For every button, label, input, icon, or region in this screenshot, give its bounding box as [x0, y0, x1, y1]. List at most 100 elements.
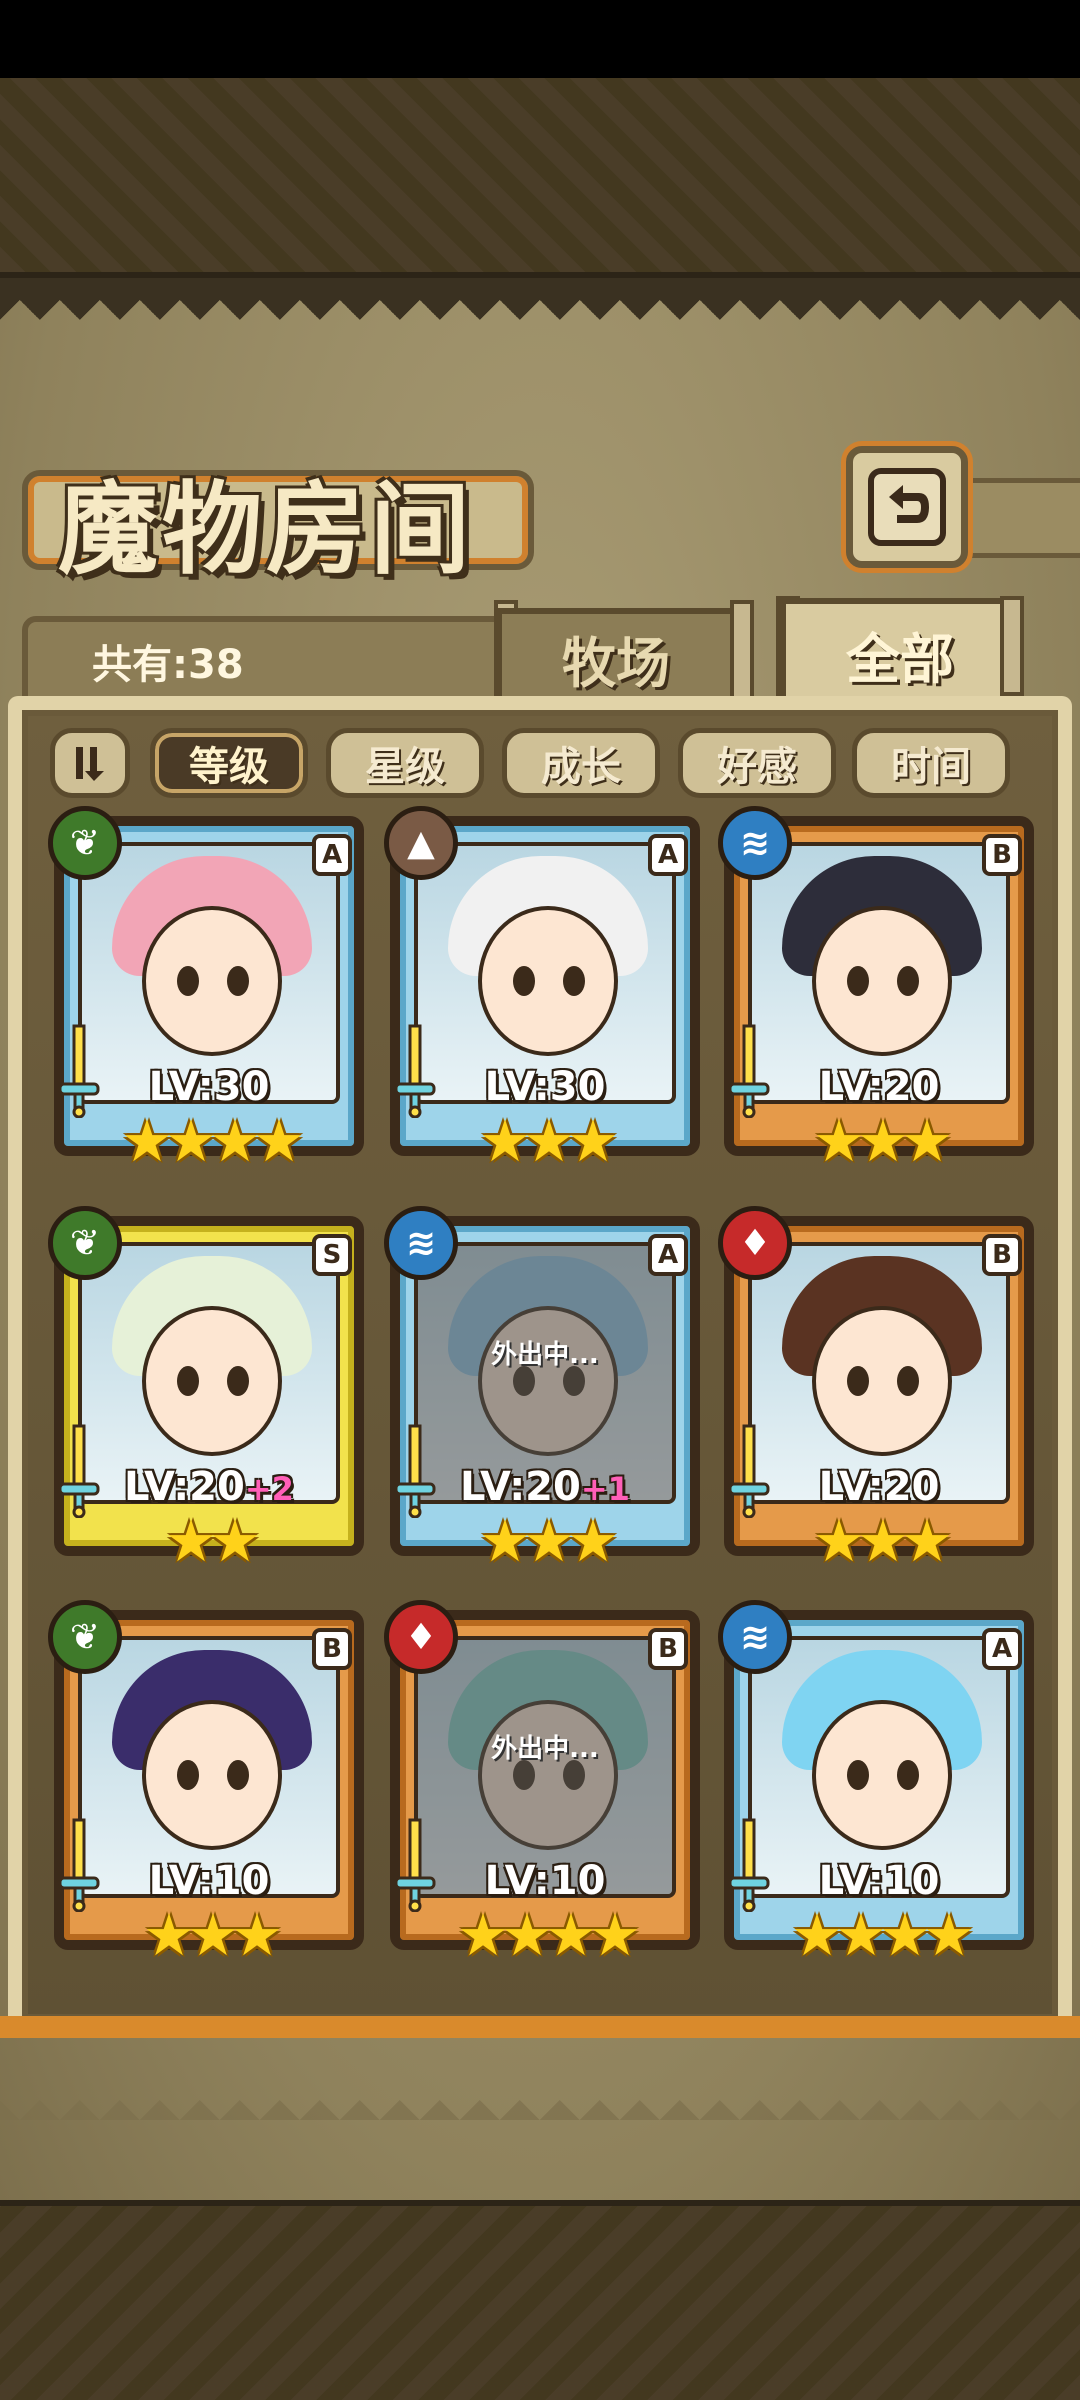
monster-card[interactable]: ≋ B LV:20 ★★★ — [718, 806, 1034, 1182]
monster-card[interactable]: ❦ A LV:30 ★★★★ — [48, 806, 364, 1182]
portrait-face — [812, 1700, 952, 1850]
star-rating: ★★★ — [479, 1507, 619, 1575]
away-status-text: 外出中... — [491, 1734, 599, 1764]
star-rating: ★★★★ — [791, 1901, 975, 1969]
star-rating: ★★★ — [479, 1107, 619, 1175]
level-label: LV:30 — [54, 1064, 364, 1110]
portrait-eye — [177, 1366, 199, 1396]
level-label: LV:20 — [724, 1064, 1034, 1110]
rank-badge: A — [648, 834, 688, 876]
fire-element-icon: ♦ — [718, 1206, 792, 1280]
rank-badge: B — [312, 1628, 352, 1670]
back-button[interactable] — [846, 446, 968, 568]
status-bar — [0, 0, 1080, 78]
level-label: LV:20+2 — [54, 1464, 364, 1510]
portrait-eye — [513, 966, 535, 996]
rank-badge: B — [982, 834, 1022, 876]
sort-button-level[interactable]: 等级 — [150, 728, 308, 798]
leaf-element-icon: ❦ — [48, 1206, 122, 1280]
sort-button-growth[interactable]: 成长 — [502, 728, 660, 798]
away-status-text: 外出中... — [491, 1340, 599, 1370]
monster-count: 共有:38 — [92, 642, 244, 688]
portrait-eye — [847, 1760, 869, 1790]
level-value: LV:20 — [818, 1064, 940, 1110]
away-overlay: 外出中... — [418, 1640, 672, 1894]
star-rating: ★★★★ — [457, 1901, 641, 1969]
monster-card[interactable]: 外出中... ≋ A LV:20+1 ★★★ — [384, 1206, 700, 1582]
level-label: LV:20+1 — [390, 1464, 700, 1510]
rank-badge: S — [312, 1234, 352, 1276]
level-value: LV:20 — [818, 1464, 940, 1510]
rank-badge: A — [648, 1234, 688, 1276]
portrait-eye — [177, 1760, 199, 1790]
panel-torn-edge-bottom — [0, 2080, 1080, 2120]
level-bonus: +1 — [580, 1470, 630, 1508]
portrait-face — [812, 906, 952, 1056]
portrait-eye — [177, 966, 199, 996]
tab-all[interactable]: 全部 — [780, 598, 1020, 710]
back-button-strip — [968, 478, 1080, 558]
monster-card[interactable]: ❦ B LV:10 ★★★ — [48, 1600, 364, 1976]
portrait-eye — [897, 1760, 919, 1790]
portrait-face — [142, 1306, 282, 1456]
level-bonus: +2 — [244, 1470, 294, 1508]
level-label: LV:10 — [54, 1858, 364, 1904]
panel-bottom-rim — [0, 2016, 1080, 2038]
earth-element-icon: ▲ — [384, 806, 458, 880]
level-label: LV:10 — [390, 1858, 700, 1904]
level-value: LV:30 — [148, 1064, 270, 1110]
portrait-eye — [847, 966, 869, 996]
portrait-face — [478, 906, 618, 1056]
star-rating: ★★★★ — [121, 1107, 305, 1175]
monster-card[interactable]: ❦ S LV:20+2 ★★ — [48, 1206, 364, 1582]
level-label: LV:30 — [390, 1064, 700, 1110]
rank-badge: B — [648, 1628, 688, 1670]
water-element-icon: ≋ — [384, 1206, 458, 1280]
tab-post — [1000, 596, 1024, 696]
portrait-eye — [563, 966, 585, 996]
portrait-face — [812, 1306, 952, 1456]
sort-button-stars[interactable]: 星级 — [326, 728, 484, 798]
monster-card[interactable]: ≋ A LV:10 ★★★★ — [718, 1600, 1034, 1976]
portrait-eye — [227, 1760, 249, 1790]
monster-card[interactable]: 外出中... ♦ B LV:10 ★★★★ — [384, 1600, 700, 1976]
rank-badge: A — [982, 1628, 1022, 1670]
level-label: LV:20 — [724, 1464, 1034, 1510]
star-rating: ★★★ — [813, 1107, 953, 1175]
level-value: LV:10 — [484, 1858, 606, 1904]
level-label: LV:10 — [724, 1858, 1034, 1904]
portrait-face — [142, 906, 282, 1056]
level-value: LV:20 — [124, 1464, 245, 1510]
leaf-element-icon: ❦ — [48, 806, 122, 880]
water-element-icon: ≋ — [718, 1600, 792, 1674]
back-arrow-icon — [868, 468, 946, 546]
water-element-icon: ≋ — [718, 806, 792, 880]
background-map-top — [0, 78, 1080, 278]
portrait-eye — [897, 966, 919, 996]
sort-order-icon — [76, 747, 104, 781]
rank-badge: A — [312, 834, 352, 876]
page-title: 魔物房间 — [58, 471, 474, 588]
portrait-eye — [227, 966, 249, 996]
monster-card[interactable]: ♦ B LV:20 ★★★ — [718, 1206, 1034, 1582]
sort-button-affection[interactable]: 好感 — [678, 728, 836, 798]
sort-button-time[interactable]: 时间 — [852, 728, 1010, 798]
star-rating: ★★★ — [813, 1507, 953, 1575]
portrait-eye — [847, 1366, 869, 1396]
level-value: LV:10 — [148, 1858, 270, 1904]
fire-element-icon: ♦ — [384, 1600, 458, 1674]
sort-order-toggle[interactable] — [50, 728, 130, 798]
rank-badge: B — [982, 1234, 1022, 1276]
portrait-face — [142, 1700, 282, 1850]
background-map-bottom — [0, 2200, 1080, 2400]
tab-post — [730, 600, 754, 700]
tab-ranch[interactable]: 牧场 — [496, 608, 736, 708]
star-rating: ★★★ — [143, 1901, 283, 1969]
star-rating: ★★ — [165, 1507, 261, 1575]
portrait-eye — [227, 1366, 249, 1396]
away-overlay: 外出中... — [418, 1246, 672, 1500]
level-value: LV:20 — [460, 1464, 581, 1510]
leaf-element-icon: ❦ — [48, 1600, 122, 1674]
level-value: LV:30 — [484, 1064, 606, 1110]
monster-card[interactable]: ▲ A LV:30 ★★★ — [384, 806, 700, 1182]
